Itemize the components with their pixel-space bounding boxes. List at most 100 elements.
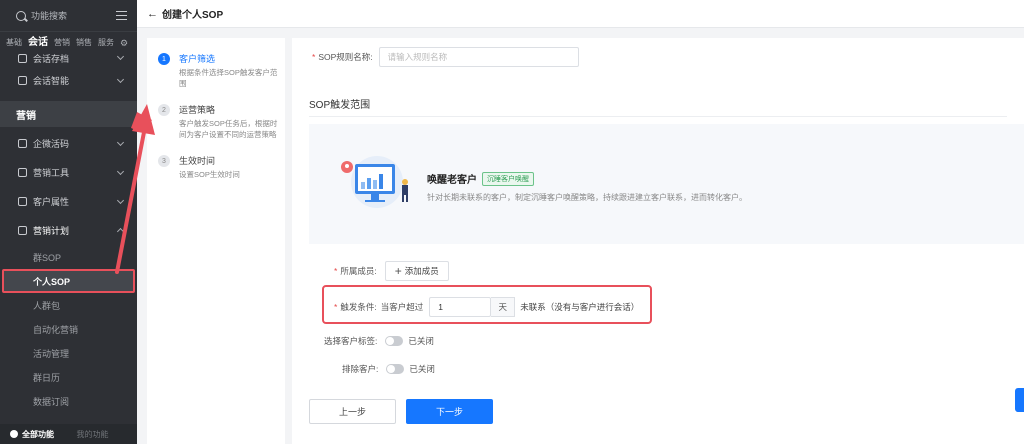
chevron-down-icon: [116, 138, 125, 146]
all-functions-button[interactable]: 全部功能: [0, 429, 71, 440]
sidebar-item-label: 营销计划: [33, 226, 70, 236]
trigger-prefix: 当客户超过: [380, 302, 424, 312]
step-desc: 根据条件选择SOP触发客户范围: [179, 68, 278, 88]
next-button[interactable]: 下一步: [406, 399, 493, 424]
apps-icon: [10, 430, 18, 438]
days-unit: 天: [491, 297, 516, 317]
step-number: 2: [158, 104, 170, 116]
function-search[interactable]: 功能搜索: [0, 0, 137, 32]
scenario-title-text: 唤醒老客户: [427, 175, 477, 186]
search-input[interactable]: 功能搜索: [31, 9, 116, 22]
sidebar-sub-group-sop[interactable]: 群SOP: [0, 245, 137, 269]
scenario-card[interactable]: 唤醒老客户 沉睡客户唤醒 针对长期未联系的客户，制定沉睡客户唤醒策略，持续跟进建…: [309, 124, 1024, 244]
trigger-range-heading: SOP触发范围: [309, 100, 371, 111]
days-input[interactable]: 1: [429, 297, 492, 317]
customer-icon: [18, 197, 27, 206]
main-form: * SOP规则名称: 请输入规则名称 SOP触发范围 唤醒老客户 沉睡客户唤醒: [292, 38, 1024, 444]
step-title: 生效时间: [179, 156, 216, 166]
prev-button[interactable]: 上一步: [309, 399, 396, 424]
exclude-customer-state: 已关闭: [409, 364, 435, 374]
exclude-customer-label: 排除客户:: [342, 364, 379, 374]
sidebar-item-session-ai[interactable]: 会话智能: [0, 66, 137, 95]
plus-icon: +: [394, 264, 402, 278]
search-icon: [16, 10, 26, 21]
trigger-row: * 触发条件: 当客户超过 1 天 未联系（没有与客户进行会话）: [334, 297, 639, 317]
page-title: 创建个人SOP: [162, 10, 224, 21]
sop-name-row: * SOP规则名称: 请输入规则名称: [312, 47, 579, 67]
add-member-button[interactable]: + 添加成员: [384, 261, 449, 281]
sidebar-sub-automation[interactable]: 自动化营销: [0, 317, 137, 341]
page-header: ← 创建个人SOP: [137, 0, 1024, 28]
tab-marketing[interactable]: 营销: [54, 36, 70, 50]
tab-basic[interactable]: 基础: [6, 36, 22, 50]
section-marketing: 营销: [0, 101, 137, 127]
trigger-label: 触发条件:: [340, 302, 377, 312]
sidebar-sub-personal-sop[interactable]: 个人SOP: [2, 269, 135, 293]
sidebar-item-customer-attributes[interactable]: 客户属性: [0, 187, 137, 216]
step-effective-time[interactable]: 3 生效时间 设置SOP生效时间: [147, 140, 285, 180]
sidebar-sub-activity[interactable]: 活动管理: [0, 341, 137, 365]
sidebar-item-label: 企微活码: [33, 139, 70, 149]
step-number: 3: [158, 155, 170, 167]
trigger-suffix: 未联系（没有与客户进行会话）: [520, 302, 640, 312]
customer-tag-state: 已关闭: [408, 336, 434, 346]
sidebar-item-qrcode[interactable]: 企微活码: [0, 129, 137, 158]
chevron-down-icon: [116, 167, 125, 175]
exclude-customer-toggle[interactable]: [386, 364, 405, 374]
chevron-up-icon: [116, 227, 125, 236]
sop-name-input[interactable]: 请输入规则名称: [378, 47, 579, 67]
required-mark: *: [312, 52, 316, 62]
help-float-button[interactable]: [1015, 388, 1024, 412]
my-functions-label: 我的功能: [76, 429, 109, 439]
step-title: 客户筛选: [179, 54, 216, 64]
chevron-down-icon: [116, 52, 125, 61]
step-desc: 客户触发SOP任务后，根据时间为客户设置不同的运营策略: [179, 119, 278, 139]
step-desc: 设置SOP生效时间: [179, 170, 240, 179]
customer-tag-label: 选择客户标签:: [324, 336, 378, 346]
back-arrow-icon[interactable]: ←: [147, 8, 158, 20]
archive-icon: [18, 53, 27, 63]
dashboard-illustration: [341, 156, 408, 208]
add-member-label: 添加成员: [404, 266, 439, 276]
scenario-badge: 沉睡客户唤醒: [482, 171, 534, 186]
tab-conversation[interactable]: 会话: [28, 36, 48, 50]
scenario-desc: 针对长期未联系的客户，制定沉睡客户唤醒策略，持续跟进建立客户联系，进而转化客户。: [427, 193, 747, 202]
chevron-down-icon: [116, 196, 125, 204]
step-customer-filter[interactable]: 1 客户筛选 根据条件选择SOP触发客户范围: [147, 38, 285, 89]
tools-icon: [18, 168, 27, 177]
all-functions-label: 全部功能: [22, 429, 54, 439]
step-number: 1: [158, 53, 170, 65]
sidebar-sub-audience[interactable]: 人群包: [0, 293, 137, 317]
sidebar-item-session-archive[interactable]: 会话存档: [0, 50, 137, 66]
required-mark: *: [334, 266, 338, 276]
sidebar-item-label: 客户属性: [33, 197, 70, 207]
divider: [309, 116, 1007, 117]
sop-name-label: SOP规则名称:: [318, 52, 373, 62]
exclude-customer-row: 排除客户: 已关闭: [342, 363, 435, 375]
sidebar-item-label: 会话存档: [33, 53, 70, 64]
sidebar-item-label: 会话智能: [33, 76, 70, 86]
customer-tag-toggle[interactable]: [385, 336, 404, 346]
step-strategy[interactable]: 2 运营策略 客户触发SOP任务后，根据时间为客户设置不同的运营策略: [147, 89, 285, 140]
sidebar-sub-data-subscription[interactable]: 数据订阅: [0, 389, 137, 413]
chevron-down-icon: [116, 75, 125, 83]
sidebar-item-label: 营销工具: [33, 168, 70, 178]
menu-icon[interactable]: [116, 11, 127, 20]
category-tabs: 基础 会话 营销 销售 服务 ⚙: [0, 32, 137, 50]
tab-service[interactable]: 服务: [98, 36, 114, 50]
member-row: * 所属成员: + 添加成员: [334, 261, 449, 281]
sidebar-footer: 全部功能 我的功能: [0, 424, 137, 444]
ai-icon: [18, 76, 27, 85]
sidebar-item-marketing-plan[interactable]: 营销计划: [0, 216, 137, 245]
step-title: 运营策略: [179, 105, 216, 115]
customer-tag-row: 选择客户标签: 已关闭: [324, 335, 434, 347]
scenario-title: 唤醒老客户 沉睡客户唤醒: [427, 171, 534, 186]
sidebar-sub-group-calendar[interactable]: 群日历: [0, 365, 137, 389]
qrcode-icon: [18, 139, 27, 148]
settings-icon[interactable]: ⚙: [120, 36, 128, 50]
sidebar-item-marketing-tools[interactable]: 营销工具: [0, 158, 137, 187]
required-mark: *: [334, 302, 338, 312]
sidebar: 功能搜索 基础 会话 营销 销售 服务 ⚙ 会话存档 会话智能 营销 企微活码 …: [0, 0, 137, 444]
my-functions-button[interactable]: 我的功能: [71, 429, 138, 440]
tab-sales[interactable]: 销售: [76, 36, 92, 50]
